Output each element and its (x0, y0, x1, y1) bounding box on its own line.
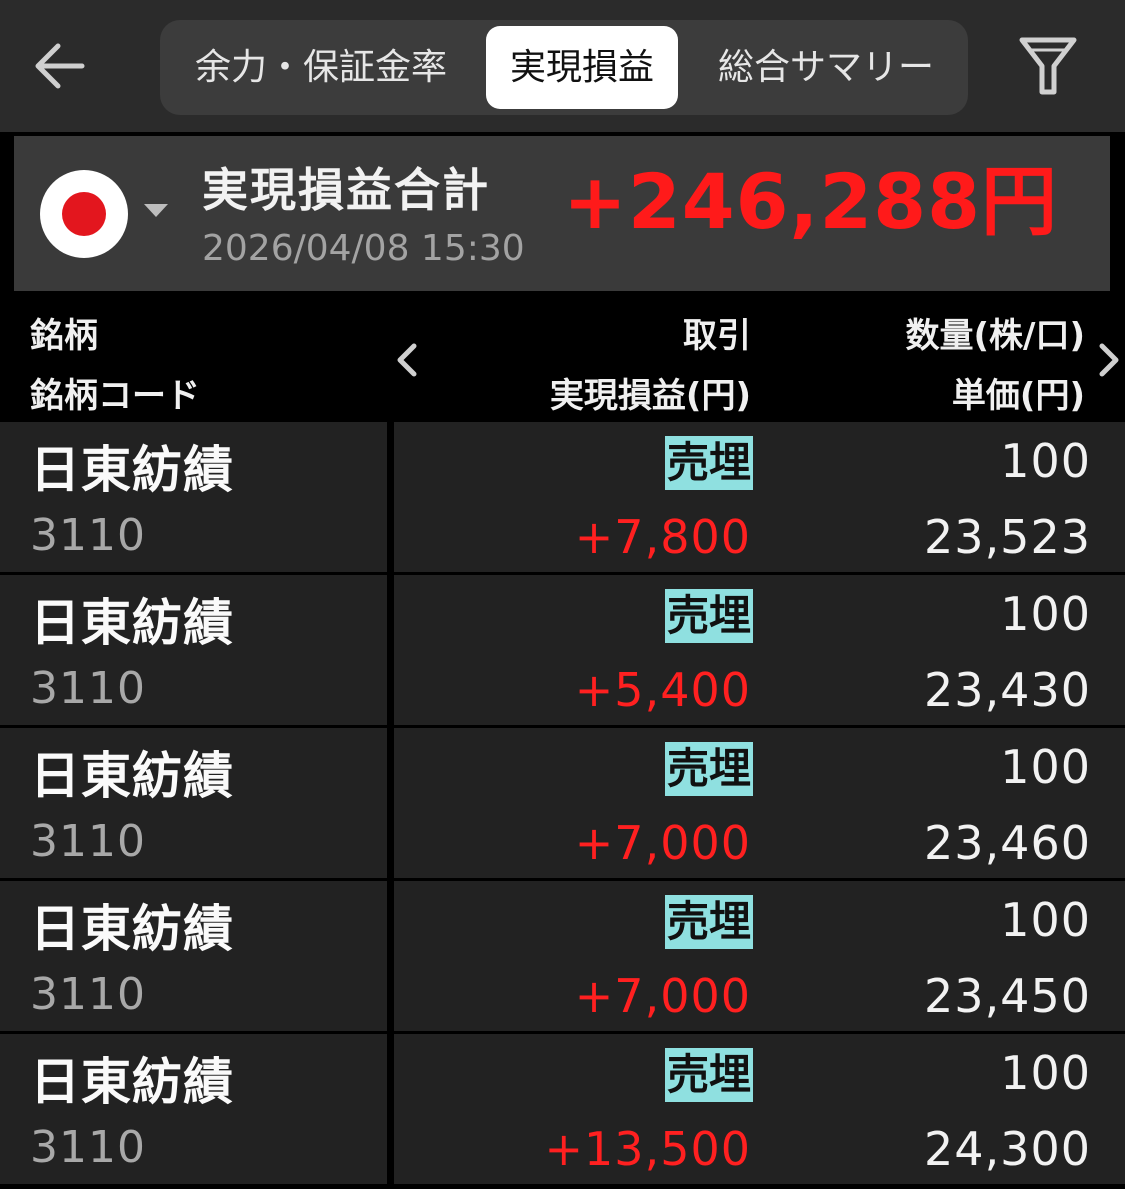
table-row[interactable]: 日東紡績 3110 売埋 +5,400 100 23,430 (0, 575, 1125, 725)
quantity-value: 100 (1000, 434, 1091, 488)
column-quantity: 数量(株/口) (905, 316, 1086, 356)
tab-realized-pl[interactable]: 実現損益 (486, 26, 678, 109)
column-unit-price: 単価(円) (951, 376, 1085, 416)
unit-price-value: 24,300 (924, 1122, 1091, 1176)
row-detail-cell: 売埋 +7,000 100 23,450 (394, 881, 1125, 1031)
realized-pl-value: +13,500 (544, 1122, 751, 1176)
row-detail-cell: 売埋 +5,400 100 23,430 (394, 575, 1125, 725)
stock-name: 日東紡績 (30, 1053, 234, 1111)
caret-down-icon[interactable] (144, 204, 168, 217)
realized-pl-value: +5,400 (574, 663, 751, 717)
realized-pl-value: +7,800 (574, 510, 751, 564)
unit-price-value: 23,430 (924, 663, 1091, 717)
table-row[interactable]: 日東紡績 3110 売埋 +13,500 100 24,300 (0, 1034, 1125, 1184)
column-code: 銘柄コード (30, 376, 200, 416)
columns-next-button[interactable] (1094, 338, 1124, 382)
trade-type-badge: 売埋 (664, 742, 753, 796)
filter-button[interactable] (1016, 34, 1080, 98)
table-row[interactable]: 日東紡績 3110 売埋 +7,000 100 23,450 (0, 881, 1125, 1031)
tab-margin-ratio[interactable]: 余力・保証金率 (160, 26, 482, 109)
stock-name: 日東紡績 (30, 747, 234, 805)
unit-price-value: 23,450 (924, 969, 1091, 1023)
tab-summary[interactable]: 総合サマリー (686, 26, 966, 109)
unit-price-value: 23,460 (924, 816, 1091, 870)
column-realized-pl: 実現損益(円) (549, 376, 751, 416)
stock-name: 日東紡績 (30, 441, 234, 499)
row-detail-cell: 売埋 +7,000 100 23,460 (394, 728, 1125, 878)
table-header: 銘柄 銘柄コード 取引 実現損益(円) 数量(株/口) 単価(円) (0, 292, 1125, 420)
realized-pl-summary: 実現損益合計 2026/04/08 15:30 +246,288円 (14, 136, 1110, 291)
stock-code: 3110 (30, 1122, 146, 1173)
back-button[interactable] (30, 36, 90, 96)
row-stock-cell: 日東紡績 3110 (0, 728, 387, 878)
row-stock-cell: 日東紡績 3110 (0, 575, 387, 725)
column-trade: 取引 (683, 316, 751, 356)
trade-type-badge: 売埋 (664, 1048, 753, 1102)
stock-code: 3110 (30, 969, 146, 1020)
summary-total: +246,288円 (563, 157, 1058, 246)
trade-type-badge: 売埋 (664, 436, 753, 490)
trade-type-badge: 売埋 (664, 895, 753, 949)
realized-pl-value: +7,000 (574, 969, 751, 1023)
realized-pl-value: +7,000 (574, 816, 751, 870)
unit-price-value: 23,523 (924, 510, 1091, 564)
top-bar: 余力・保証金率 実現損益 総合サマリー (0, 0, 1125, 132)
table-row[interactable]: 日東紡績 3110 売埋 +7,800 100 23,523 (0, 422, 1125, 572)
stock-code: 3110 (30, 510, 146, 561)
tab-bar: 余力・保証金率 実現損益 総合サマリー (160, 20, 968, 115)
quantity-value: 100 (1000, 1046, 1091, 1100)
chevron-right-icon (1099, 343, 1119, 377)
table-row[interactable]: 日東紡績 3110 売埋 +7,000 100 23,460 (0, 728, 1125, 878)
stock-name: 日東紡績 (30, 594, 234, 652)
row-stock-cell: 日東紡績 3110 (0, 422, 387, 572)
arrow-left-icon (35, 43, 85, 89)
summary-title: 実現損益合計 (202, 163, 490, 217)
row-stock-cell: 日東紡績 3110 (0, 881, 387, 1031)
row-detail-cell: 売埋 +7,800 100 23,523 (394, 422, 1125, 572)
quantity-value: 100 (1000, 587, 1091, 641)
chevron-left-icon (397, 343, 417, 377)
stock-code: 3110 (30, 816, 146, 867)
stock-code: 3110 (30, 663, 146, 714)
summary-datetime: 2026/04/08 15:30 (202, 228, 525, 269)
row-stock-cell: 日東紡績 3110 (0, 1034, 387, 1184)
filter-icon (1019, 37, 1077, 95)
column-name: 銘柄 (30, 316, 98, 356)
stock-name: 日東紡績 (30, 900, 234, 958)
quantity-value: 100 (1000, 893, 1091, 947)
columns-prev-button[interactable] (392, 338, 422, 382)
row-detail-cell: 売埋 +13,500 100 24,300 (394, 1034, 1125, 1184)
trade-type-badge: 売埋 (664, 589, 753, 643)
realized-pl-list: 日東紡績 3110 売埋 +7,800 100 23,523 日東紡績 3110… (0, 422, 1125, 1189)
japan-flag-icon[interactable] (40, 170, 128, 258)
quantity-value: 100 (1000, 740, 1091, 794)
